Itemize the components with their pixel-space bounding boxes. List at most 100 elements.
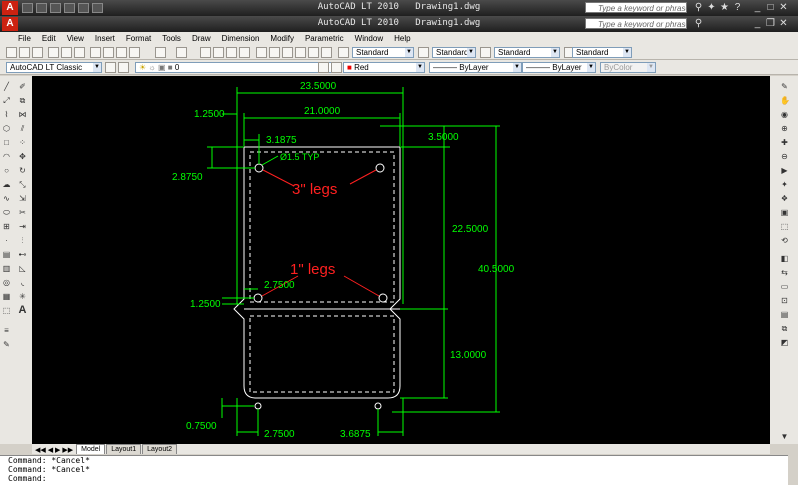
circle-icon[interactable]: ○ (2, 166, 11, 175)
menu-dimension[interactable]: Dimension (222, 34, 260, 43)
menu-help[interactable]: Help (394, 34, 410, 43)
extend-icon[interactable]: ⇥ (18, 222, 27, 231)
command-prompt[interactable]: Command: (8, 474, 788, 483)
maximize-icon[interactable]: □ (765, 2, 776, 13)
construction-line-icon[interactable]: ⤢ (2, 96, 11, 105)
lineweight-select[interactable]: ——— ByLayer ▼ (522, 62, 596, 73)
close-icon[interactable]: ✕ (778, 2, 789, 13)
layer-tool-icon[interactable]: ≡ (2, 326, 11, 335)
previous-zoom-icon[interactable]: ⟲ (780, 236, 789, 245)
polygon-icon[interactable]: ⬡ (2, 124, 11, 133)
linetype-select[interactable]: ——— ByLayer ▼ (429, 62, 522, 73)
scroll-down-icon[interactable]: ▼ (780, 432, 789, 441)
mirror-icon[interactable]: ⋈ (18, 110, 27, 119)
layout-icon[interactable]: ▭ (780, 282, 789, 291)
mleader-style-select[interactable]: Standard ▼ (572, 47, 632, 58)
help-tb-icon[interactable] (321, 47, 332, 58)
line-tool-icon[interactable]: ╱ (2, 82, 11, 91)
clip-icon[interactable]: ⧉ (780, 324, 789, 333)
star-icon[interactable]: ★ (719, 2, 730, 13)
layer-previous-icon[interactable] (331, 62, 342, 73)
menu-tools[interactable]: Tools (162, 34, 181, 43)
cut-icon[interactable] (90, 47, 101, 58)
ellipse-icon[interactable]: ⬭ (2, 208, 11, 217)
insert-block-icon[interactable]: ⊞ (2, 222, 11, 231)
tab-nav-arrows-icon[interactable]: ◀◀ ◀ ▶ ▶▶ (35, 446, 73, 454)
workspace-settings-icon[interactable] (105, 62, 116, 73)
zoom-previous-icon[interactable] (239, 47, 250, 58)
menu-modify[interactable]: Modify (270, 34, 294, 43)
trim-icon[interactable]: ✂ (18, 208, 27, 217)
color-select[interactable]: ■ Red ▼ (343, 62, 425, 73)
hatch-icon[interactable]: ▤ (2, 250, 11, 259)
qnew-icon[interactable] (6, 47, 17, 58)
polyline-icon[interactable]: ⌇ (2, 110, 11, 119)
chamfer-icon[interactable]: ◺ (18, 264, 27, 273)
design-center-icon[interactable] (269, 47, 280, 58)
minimize-icon-2[interactable]: _ (752, 18, 763, 29)
pan-nav-icon[interactable]: ✋ (780, 96, 790, 105)
command-window[interactable]: Command: *Cancel* Command: *Cancel* Comm… (0, 455, 788, 485)
make-layer-current-icon[interactable] (318, 62, 329, 73)
menu-view[interactable]: View (67, 34, 84, 43)
markup-icon[interactable] (295, 47, 306, 58)
properties-icon[interactable] (256, 47, 267, 58)
stretch-icon[interactable]: ⇲ (18, 194, 27, 203)
drawing-canvas[interactable]: 23.5000 21.0000 1.2500 3.1875 3.5000 2.8… (32, 76, 770, 444)
wheel-icon[interactable]: ◉ (780, 110, 789, 119)
redo-tb-icon[interactable] (176, 47, 187, 58)
menu-format[interactable]: Format (126, 34, 151, 43)
orbit-icon[interactable]: ✚ (780, 138, 789, 147)
plot-preview-icon[interactable] (61, 47, 72, 58)
tab-layout2[interactable]: Layout2 (142, 444, 178, 454)
pan-icon[interactable] (200, 47, 211, 58)
array-icon[interactable]: ⁘ (18, 138, 27, 147)
break-icon[interactable]: ⫶ (18, 236, 27, 245)
search-icon-2[interactable]: ⚲ (693, 18, 704, 29)
render-icon[interactable]: ◩ (780, 338, 789, 347)
save-file-icon[interactable] (32, 47, 43, 58)
menu-insert[interactable]: Insert (95, 34, 115, 43)
region-icon[interactable]: ◎ (2, 278, 11, 287)
publish-icon[interactable] (74, 47, 85, 58)
spline-icon[interactable]: ∿ (2, 194, 11, 203)
viewcube-icon[interactable]: ◧ (780, 254, 789, 263)
zoom-in-nav-icon[interactable]: ⊕ (780, 124, 789, 133)
showmotion-icon[interactable]: ▶ (780, 166, 789, 175)
fillet-icon[interactable]: ◟ (18, 278, 27, 287)
minimize-icon[interactable]: _ (752, 2, 763, 13)
revcloud-icon[interactable]: ☁ (2, 180, 11, 189)
menu-parametric[interactable]: Parametric (305, 34, 344, 43)
point-icon[interactable]: · (2, 236, 11, 245)
search-icon[interactable]: ⚲ (693, 2, 704, 13)
plot-file-icon[interactable] (48, 47, 59, 58)
subscription-icon[interactable]: ✦ (706, 2, 717, 13)
tab-layout1[interactable]: Layout1 (106, 444, 142, 454)
view-icon[interactable]: ❖ (780, 194, 789, 203)
workspace-select[interactable]: AutoCAD LT Classic ▼ (6, 62, 102, 73)
window-zoom-icon[interactable]: ⬚ (780, 222, 789, 231)
pan-realtime-icon[interactable]: ⇆ (780, 268, 789, 277)
extents-icon[interactable]: ▣ (780, 208, 789, 217)
scale-icon[interactable]: ⤡ (18, 180, 27, 189)
paste-icon[interactable] (116, 47, 127, 58)
zoom-window-icon[interactable] (226, 47, 237, 58)
layer-properties-icon[interactable] (118, 62, 129, 73)
viewport-icon[interactable]: ⊡ (780, 296, 789, 305)
plotstyle-select[interactable]: ByColor ▼ (600, 62, 656, 73)
table-style-select[interactable]: Standard ▼ (494, 47, 560, 58)
pencil-icon[interactable]: ✎ (2, 340, 11, 349)
boundary-icon[interactable]: ⬚ (2, 306, 11, 315)
erase-icon[interactable]: ✐ (18, 82, 27, 91)
move-icon[interactable]: ✥ (18, 152, 27, 161)
open-file-icon[interactable] (19, 47, 30, 58)
menu-window[interactable]: Window (355, 34, 383, 43)
gradient-icon[interactable]: ▥ (2, 264, 11, 273)
layer-select[interactable]: ☀ ☼ ▣ ■ 0▼ (135, 62, 340, 73)
explode-icon[interactable]: ✳ (18, 292, 27, 301)
menu-file[interactable]: File (18, 34, 31, 43)
tool-palettes-icon[interactable] (282, 47, 293, 58)
zoom-realtime-icon[interactable] (213, 47, 224, 58)
steering-icon[interactable]: ✦ (780, 180, 789, 189)
menu-draw[interactable]: Draw (192, 34, 211, 43)
